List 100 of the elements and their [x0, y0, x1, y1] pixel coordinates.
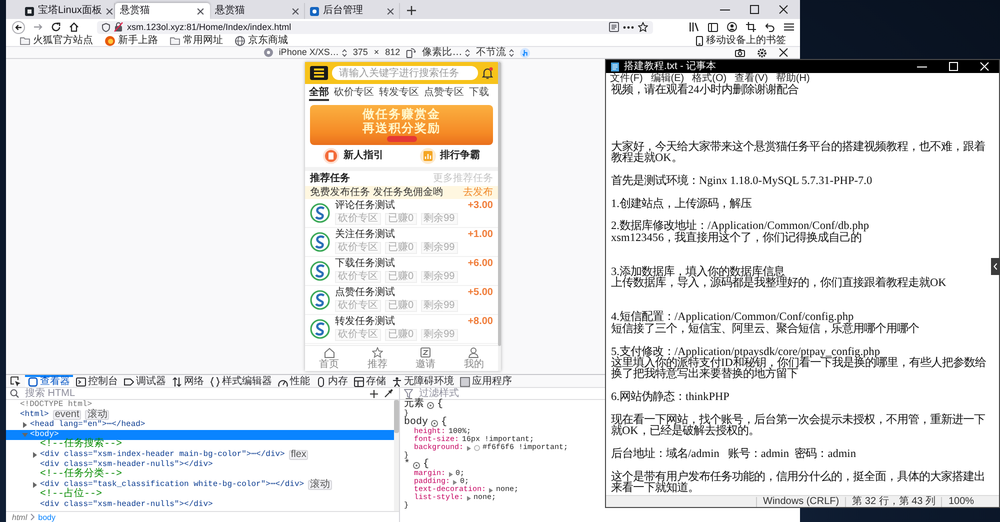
tree-row[interactable]: <html> event 滚动 — [6, 410, 394, 420]
bookmark-item[interactable]: 新手上路 — [105, 36, 158, 46]
node-badge[interactable]: event — [52, 410, 82, 420]
width-field[interactable]: 375 — [352, 48, 368, 57]
menu-item[interactable]: 查看(V) — [734, 74, 768, 84]
shortcut-link[interactable]: 排行争霸 — [420, 148, 480, 164]
devtools-tab[interactable]: 查看器 — [25, 375, 73, 387]
category-tab[interactable]: 砍价专区 — [334, 86, 374, 101]
menu-icon[interactable] — [784, 23, 794, 31]
reader-view-icon[interactable] — [609, 22, 619, 32]
devtools-tab[interactable]: 无障碍环境 — [389, 375, 457, 387]
account-icon[interactable] — [727, 22, 737, 32]
element-picker-icon[interactable] — [10, 376, 21, 386]
menu-item[interactable]: 格式(O) — [692, 74, 727, 84]
tree-row[interactable]: <!--占位--> — [6, 490, 394, 500]
node-badge[interactable]: 滚动 — [85, 410, 110, 420]
close-icon[interactable] — [779, 5, 788, 14]
tree-row[interactable]: <div class="xsm-header-nulls"></div> — [6, 500, 394, 510]
close-icon[interactable] — [197, 8, 204, 14]
triangle-icon[interactable] — [22, 422, 28, 428]
tree-row[interactable]: <!DOCTYPE html> — [6, 400, 394, 410]
address-bar[interactable]: xsm.123ol.xyz:81/Home/Index/index.html — [97, 20, 653, 34]
device-select[interactable]: iPhone X/XS… — [278, 48, 347, 57]
task-row[interactable]: 关注任务测试 +1.00 砍价专区 已赚0 剩余99 — [305, 228, 498, 257]
rotate-icon[interactable] — [406, 48, 416, 58]
tree-row[interactable]: <head lang="en">⋯</head> — [6, 420, 394, 430]
devtools-tab[interactable]: 调试器 — [121, 375, 169, 387]
node-badge[interactable]: flex — [288, 450, 308, 460]
home-icon[interactable] — [69, 22, 79, 32]
forward-icon[interactable] — [33, 22, 43, 32]
category-tab[interactable]: 下载 — [469, 86, 489, 101]
category-tab[interactable]: 全部 — [309, 86, 329, 101]
menu-item[interactable]: 帮助(H) — [776, 74, 810, 84]
plus-icon[interactable] — [407, 6, 416, 15]
menu-item[interactable]: 编辑(E) — [650, 74, 684, 84]
triangle-icon[interactable] — [448, 472, 453, 476]
touch-icon[interactable] — [520, 48, 530, 58]
devtools-tab[interactable]: 应用程序 — [457, 375, 515, 387]
maximize-icon[interactable] — [750, 5, 759, 14]
camera-icon[interactable] — [735, 48, 745, 56]
bookmark-item[interactable]: 火狐官方站点 — [20, 36, 93, 46]
devtools-tab[interactable]: 网络 — [169, 375, 207, 387]
insecure-lock-icon[interactable] — [114, 22, 123, 32]
library-icon[interactable] — [689, 22, 699, 32]
tree-row[interactable]: <div class="xsm-index-header main-bg-color">⋯</div> flex — [6, 450, 394, 460]
devtools-tab[interactable]: 内存 — [313, 375, 351, 387]
browser-tab[interactable]: 悬赏猫 — [115, 3, 210, 19]
task-row[interactable]: 下载任务测试 +6.00 砍价专区 已赚0 剩余99 — [305, 257, 498, 286]
settings-icon[interactable] — [757, 48, 767, 58]
target-icon[interactable] — [413, 462, 420, 468]
height-field[interactable]: 812 — [385, 48, 400, 57]
bottom-nav-item[interactable]: 邀请 — [402, 346, 450, 371]
bottom-nav-item[interactable]: 我的 — [450, 346, 498, 371]
target-icon[interactable] — [427, 402, 434, 408]
devtools-tab[interactable]: 样式编辑器 — [207, 375, 275, 387]
color-swatch-icon[interactable] — [474, 445, 480, 451]
triangle-icon[interactable] — [32, 452, 38, 458]
bookmark-item[interactable]: 常用网址 — [170, 36, 223, 46]
crop-icon[interactable] — [746, 22, 756, 32]
triangle-icon[interactable] — [453, 480, 458, 484]
task-row[interactable]: 转发任务测试 +8.00 砍价专区 已赚0 剩余99 — [305, 315, 498, 344]
star-icon[interactable] — [638, 22, 648, 32]
task-row[interactable]: 点赞任务测试 +5.00 砍价专区 已赚0 剩余99 — [305, 286, 498, 315]
undo-icon[interactable] — [765, 22, 775, 32]
throttling-select[interactable]: 不节流 — [476, 48, 514, 58]
bookmark-item[interactable]: 京东商城 — [235, 36, 288, 46]
more-icon[interactable] — [623, 26, 634, 28]
devtools-tab[interactable]: 控制台 — [73, 375, 121, 387]
task-row[interactable]: 评论任务测试 +3.00 砍价专区 已赚0 剩余99 — [305, 199, 498, 228]
triangle-icon[interactable] — [489, 488, 494, 492]
target-icon[interactable] — [431, 420, 438, 426]
bottom-nav-item[interactable]: 首页 — [305, 346, 354, 371]
back-icon[interactable] — [12, 20, 25, 34]
shortcut-link[interactable]: 新人指引 — [323, 148, 384, 164]
close-icon[interactable] — [779, 48, 788, 57]
search-field[interactable]: 请输入关键字进行搜索任务 — [332, 66, 478, 80]
side-panel-handle[interactable] — [991, 258, 1000, 275]
tree-row[interactable]: <!--任务搜索--> — [6, 440, 394, 450]
triangle-icon[interactable] — [32, 482, 38, 488]
plus-icon[interactable] — [370, 390, 378, 398]
eyedropper-icon[interactable] — [384, 389, 393, 398]
category-tab[interactable]: 点赞专区 — [424, 86, 464, 101]
sidebar-icon[interactable] — [708, 22, 718, 32]
triangle-icon[interactable] — [466, 446, 471, 450]
node-badge[interactable]: 滚动 — [308, 480, 332, 490]
breadcrumb-item[interactable]: html — [12, 512, 28, 522]
shield-icon[interactable] — [102, 22, 110, 32]
disc-icon[interactable] — [264, 48, 273, 57]
devtools-tab[interactable]: 性能 — [275, 375, 313, 387]
breadcrumb-item[interactable]: body — [38, 512, 56, 522]
minimize-icon[interactable] — [720, 8, 730, 10]
triangle-icon[interactable] — [466, 496, 471, 500]
category-tab[interactable]: 转发专区 — [379, 86, 419, 101]
bookmark-folder[interactable]: 移动设备上的书签 — [696, 36, 786, 46]
tree-row[interactable]: <!--任务分类--> — [6, 470, 394, 480]
bell-icon[interactable] — [482, 67, 493, 79]
menu-item[interactable]: 文件(F) — [610, 74, 643, 84]
pixel-ratio-select[interactable]: 像素比… — [422, 48, 470, 58]
devtools-tab[interactable]: 存储 — [351, 375, 389, 387]
reload-icon[interactable] — [51, 22, 61, 32]
